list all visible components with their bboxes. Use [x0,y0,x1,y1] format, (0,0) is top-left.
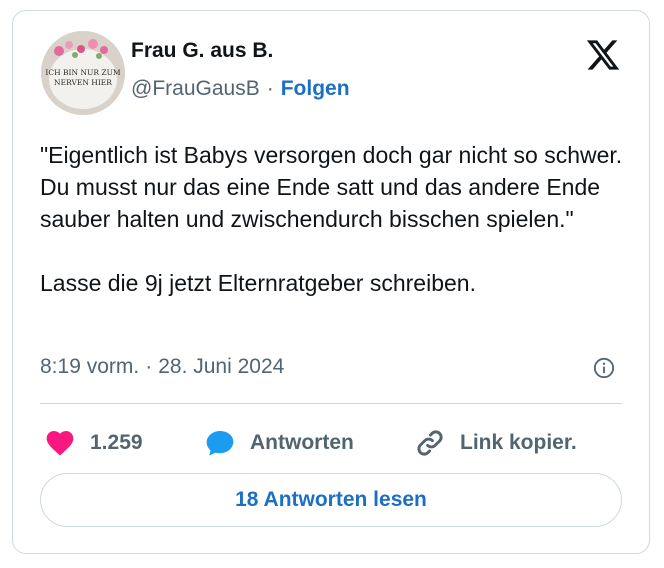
tweet-time: 8:19 vorm. [40,355,140,378]
copy-link-button[interactable]: Link kopier. [414,425,577,461]
avatar-image: ICH BIN NUR ZUM NERVEN HIER [41,31,125,115]
tweet-card: ICH BIN NUR ZUM NERVEN HIER Frau G. aus … [12,10,650,554]
read-replies-button[interactable]: 18 Antworten lesen [40,473,622,527]
copy-link-label: Link kopier. [460,431,577,454]
follow-button[interactable]: Folgen [281,77,350,100]
x-logo-icon[interactable] [585,37,621,73]
like-count: 1.259 [90,431,143,454]
link-icon [417,430,443,456]
tweet-date: 28. Juni 2024 [158,355,285,378]
avatar-text-line2: NERVEN HIER [54,78,112,87]
avatar-text-line1: ICH BIN NUR ZUM [45,68,120,77]
info-icon[interactable] [593,357,615,379]
reply-label: Antworten [250,431,354,454]
author-name[interactable]: Frau G. aus B. [131,39,273,63]
author-handle-row: @FrauGausB · Folgen [131,77,350,101]
heart-icon [46,431,74,456]
meta-separator: · [145,355,153,378]
tweet-text: "Eigentlich ist Babys versorgen doch gar… [40,142,623,296]
like-button[interactable]: 1.259 [44,425,143,461]
reply-button[interactable]: Antworten [204,425,354,461]
action-bar: 1.259 Antworten Link kopier. [40,425,622,461]
divider [40,403,622,404]
avatar[interactable]: ICH BIN NUR ZUM NERVEN HIER [41,31,125,115]
read-replies-label: 18 Antworten lesen [235,488,427,511]
handle-separator: · [266,77,274,100]
tweet-timestamp[interactable]: 8:19 vorm. · 28. Juni 2024 [40,355,284,379]
speech-bubble-icon [206,431,234,456]
author-handle[interactable]: @FrauGausB [131,77,260,100]
